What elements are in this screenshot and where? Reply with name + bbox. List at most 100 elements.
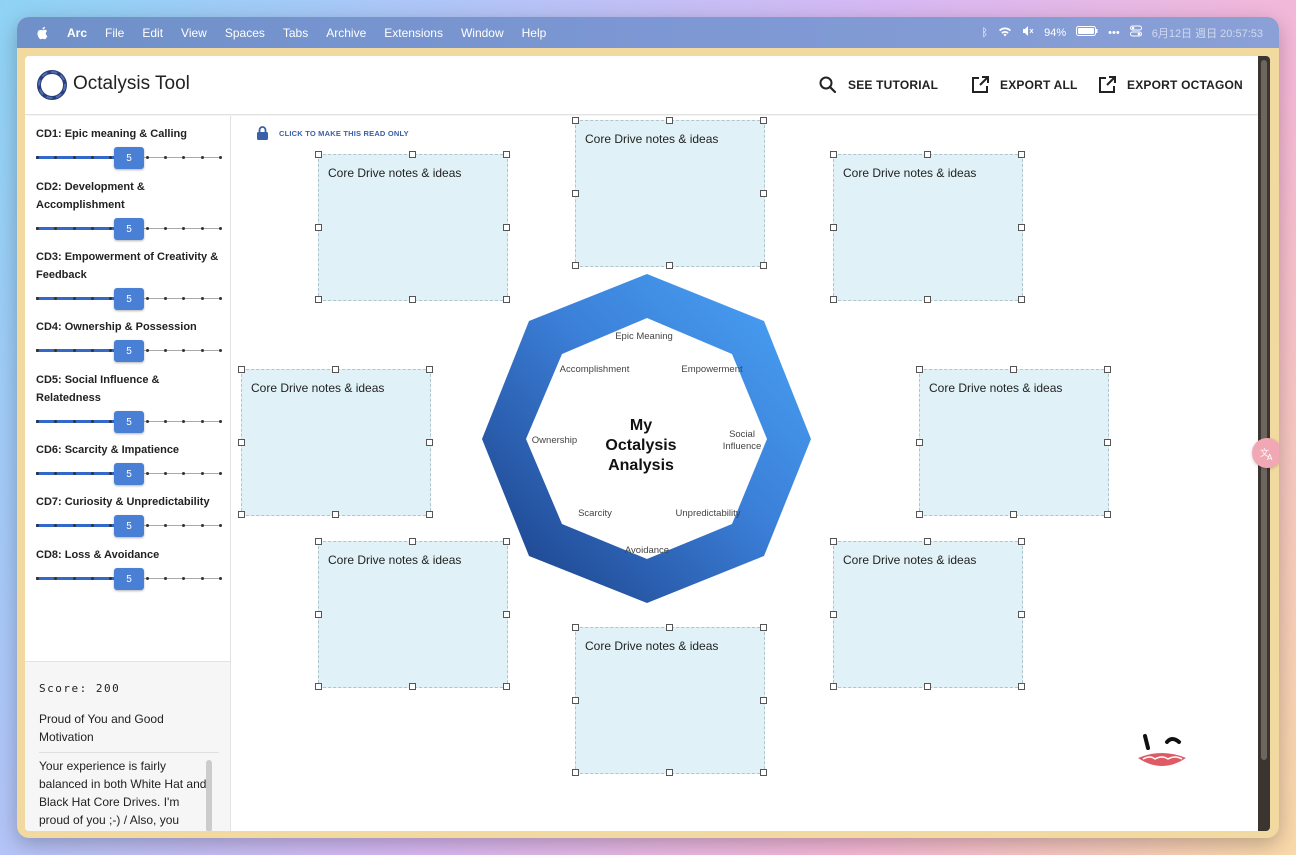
note-box-avoidance[interactable]: Core Drive notes & ideas	[572, 624, 767, 776]
menu-archive[interactable]: Archive	[326, 26, 366, 40]
resize-handle[interactable]	[332, 511, 339, 518]
resize-handle[interactable]	[1010, 511, 1017, 518]
resize-handle[interactable]	[916, 366, 923, 373]
resize-handle[interactable]	[315, 610, 322, 618]
resize-handle[interactable]	[315, 151, 322, 158]
slider-knob[interactable]: 5	[114, 568, 144, 590]
core-drive-slider[interactable]: 5	[36, 411, 222, 433]
control-center-icon[interactable]	[1129, 25, 1142, 40]
export-all-button[interactable]: EXPORT ALL	[970, 75, 1078, 95]
resize-handle[interactable]	[315, 223, 322, 231]
resize-handle[interactable]	[1010, 366, 1017, 373]
resize-handle[interactable]	[426, 366, 433, 373]
slider-knob[interactable]: 5	[114, 288, 144, 310]
resize-handle[interactable]	[503, 610, 510, 618]
resize-handle[interactable]	[503, 223, 510, 231]
resize-handle[interactable]	[426, 438, 433, 446]
resize-handle[interactable]	[238, 438, 245, 446]
resize-handle[interactable]	[760, 189, 767, 197]
resize-handle[interactable]	[760, 769, 767, 776]
note-box-unpredictability[interactable]: Core Drive notes & ideas	[830, 538, 1025, 690]
resize-handle[interactable]	[1104, 438, 1111, 446]
resize-handle[interactable]	[1018, 683, 1025, 690]
resize-handle[interactable]	[830, 223, 837, 231]
menu-tabs[interactable]: Tabs	[283, 26, 308, 40]
note-text[interactable]: Core Drive notes & ideas	[843, 553, 976, 567]
note-text[interactable]: Core Drive notes & ideas	[251, 381, 384, 395]
resize-handle[interactable]	[409, 683, 416, 690]
clock-text[interactable]: 6月12日 週日 20:57:53	[1152, 25, 1263, 41]
resize-handle[interactable]	[238, 366, 245, 373]
resize-handle[interactable]	[426, 511, 433, 518]
resize-handle[interactable]	[572, 769, 579, 776]
slider-knob[interactable]: 5	[114, 463, 144, 485]
slider-knob[interactable]: 5	[114, 147, 144, 169]
core-drive-slider[interactable]: 5	[36, 147, 222, 169]
core-drive-slider[interactable]: 5	[36, 568, 222, 590]
resize-handle[interactable]	[760, 262, 767, 269]
menu-extensions[interactable]: Extensions	[384, 26, 443, 40]
mute-icon[interactable]	[1022, 25, 1034, 40]
resize-handle[interactable]	[409, 151, 416, 158]
note-box-epic-meaning[interactable]: Core Drive notes & ideas	[572, 117, 767, 269]
resize-handle[interactable]	[924, 683, 931, 690]
menu-file[interactable]: File	[105, 26, 124, 40]
resize-handle[interactable]	[924, 296, 931, 303]
bluetooth-icon[interactable]: ᛒ	[982, 27, 989, 39]
export-octagon-button[interactable]: EXPORT OCTAGON	[1097, 75, 1243, 95]
menu-window[interactable]: Window	[461, 26, 504, 40]
resize-handle[interactable]	[315, 683, 322, 690]
resize-handle[interactable]	[572, 189, 579, 197]
core-drive-slider[interactable]: 5	[36, 463, 222, 485]
core-drive-slider[interactable]: 5	[36, 288, 222, 310]
resize-handle[interactable]	[760, 117, 767, 124]
resize-handle[interactable]	[666, 117, 673, 124]
note-text[interactable]: Core Drive notes & ideas	[585, 639, 718, 653]
resize-handle[interactable]	[924, 538, 931, 545]
note-text[interactable]: Core Drive notes & ideas	[843, 166, 976, 180]
menu-view[interactable]: View	[181, 26, 207, 40]
resize-handle[interactable]	[760, 624, 767, 631]
core-drive-slider[interactable]: 5	[36, 515, 222, 537]
resize-handle[interactable]	[924, 151, 931, 158]
resize-handle[interactable]	[830, 683, 837, 690]
resize-handle[interactable]	[572, 117, 579, 124]
resize-handle[interactable]	[315, 296, 322, 303]
resize-handle[interactable]	[760, 696, 767, 704]
note-box-ownership[interactable]: Core Drive notes & ideas	[238, 366, 433, 518]
resize-handle[interactable]	[409, 296, 416, 303]
resize-handle[interactable]	[916, 438, 923, 446]
menu-edit[interactable]: Edit	[142, 26, 163, 40]
resize-handle[interactable]	[666, 624, 673, 631]
note-text[interactable]: Core Drive notes & ideas	[328, 553, 461, 567]
menu-spaces[interactable]: Spaces	[225, 26, 265, 40]
battery-icon[interactable]	[1076, 26, 1098, 39]
resize-handle[interactable]	[572, 624, 579, 631]
core-drive-slider[interactable]: 5	[36, 218, 222, 240]
menu-app-name[interactable]: Arc	[67, 26, 87, 40]
slider-knob[interactable]: 5	[114, 218, 144, 240]
resize-handle[interactable]	[916, 511, 923, 518]
resize-handle[interactable]	[666, 262, 673, 269]
resize-handle[interactable]	[1018, 538, 1025, 545]
translate-icon[interactable]: 文A	[1252, 438, 1279, 468]
resize-handle[interactable]	[1018, 151, 1025, 158]
resize-handle[interactable]	[1104, 366, 1111, 373]
see-tutorial-button[interactable]: SEE TUTORIAL	[818, 75, 938, 95]
resize-handle[interactable]	[830, 610, 837, 618]
resize-handle[interactable]	[503, 151, 510, 158]
resize-handle[interactable]	[572, 696, 579, 704]
note-box-empowerment[interactable]: Core Drive notes & ideas	[830, 151, 1025, 303]
core-drive-slider[interactable]: 5	[36, 340, 222, 362]
note-box-scarcity[interactable]: Core Drive notes & ideas	[315, 538, 510, 690]
slider-knob[interactable]: 5	[114, 515, 144, 537]
resize-handle[interactable]	[572, 262, 579, 269]
resize-handle[interactable]	[1104, 511, 1111, 518]
more-icon[interactable]: •••	[1108, 27, 1120, 39]
resize-handle[interactable]	[1018, 296, 1025, 303]
read-only-toggle[interactable]: CLICK TO MAKE THIS READ ONLY	[256, 126, 409, 140]
resize-handle[interactable]	[332, 366, 339, 373]
wifi-icon[interactable]	[998, 26, 1012, 40]
note-text[interactable]: Core Drive notes & ideas	[929, 381, 1062, 395]
resize-handle[interactable]	[1018, 610, 1025, 618]
